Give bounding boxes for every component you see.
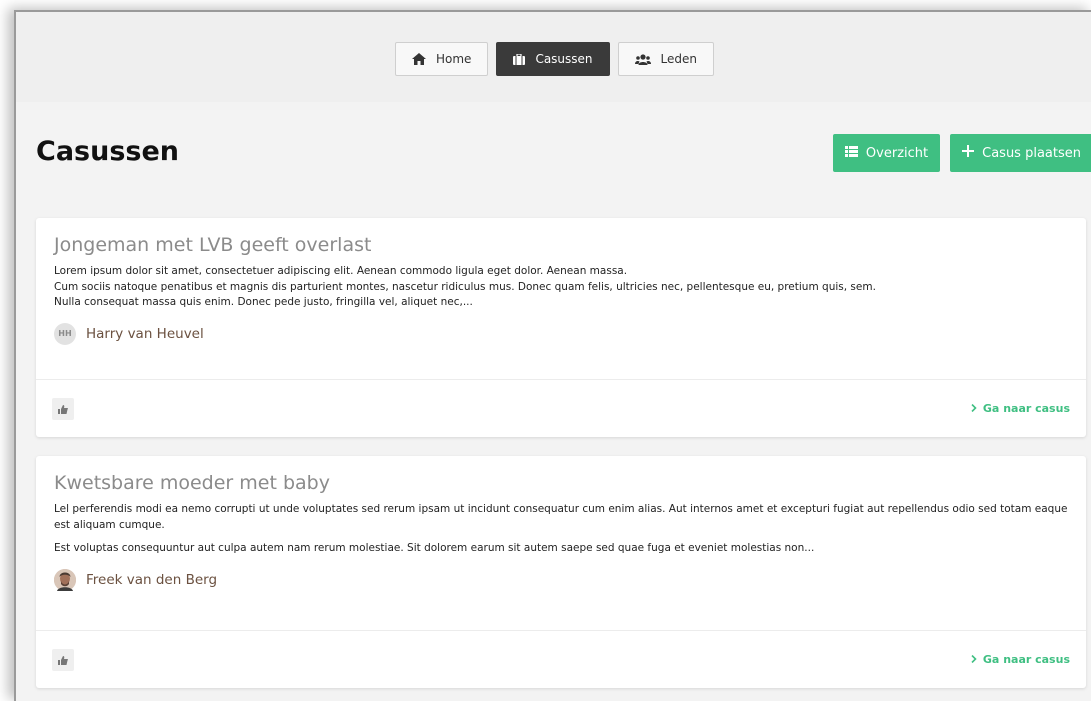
case-card-footer: Ga naar casus xyxy=(36,630,1086,688)
case-excerpt: Est voluptas consequuntur aut culpa aute… xyxy=(54,542,815,554)
go-to-case-link[interactable]: Ga naar casus xyxy=(971,402,1070,415)
case-title[interactable]: Kwetsbare moeder met baby xyxy=(54,472,1068,494)
avatar xyxy=(54,568,76,591)
case-title[interactable]: Jongeman met LVB geeft overlast xyxy=(54,234,1068,256)
case-author[interactable]: Freek van den Berg xyxy=(54,568,1068,591)
thumbs-up-icon xyxy=(58,399,68,418)
nav-home-button[interactable]: Home xyxy=(395,42,489,76)
avatar: HH xyxy=(54,322,76,345)
list-icon xyxy=(844,145,858,161)
avatar-photo xyxy=(54,568,76,591)
case-card-body: Jongeman met LVB geeft overlast Lorem ip… xyxy=(36,218,1086,345)
add-case-button[interactable]: Casus plaatsen xyxy=(950,134,1091,172)
nav-casussen-button[interactable]: Casussen xyxy=(496,42,610,76)
case-card-footer: Ga naar casus xyxy=(36,379,1086,437)
overview-button[interactable]: Overzicht xyxy=(832,134,941,172)
add-case-label: Casus plaatsen xyxy=(982,145,1081,161)
go-to-case-label: Ga naar casus xyxy=(982,402,1070,415)
overview-label: Overzicht xyxy=(865,145,929,161)
top-navigation-bar: Home Casussen Leden xyxy=(16,12,1091,102)
users-icon xyxy=(634,53,651,65)
author-name: Freek van den Berg xyxy=(86,571,218,588)
plus-icon xyxy=(962,145,975,161)
case-card-body: Kwetsbare moeder met baby Lel perferendi… xyxy=(36,456,1086,591)
case-card: Kwetsbare moeder met baby Lel perferendi… xyxy=(36,456,1086,688)
app-window: Home Casussen Leden Casussen Overzicht C… xyxy=(14,10,1091,701)
go-to-case-link[interactable]: Ga naar casus xyxy=(971,653,1070,666)
home-icon xyxy=(412,53,426,65)
page-actions: Overzicht Casus plaatsen xyxy=(832,134,1091,172)
author-name: Harry van Heuvel xyxy=(86,325,204,342)
case-excerpt: Lorem ipsum dolor sit amet, consectetuer… xyxy=(54,265,876,308)
like-button[interactable] xyxy=(52,397,74,420)
chevron-right-icon xyxy=(971,402,977,415)
main-nav: Home Casussen Leden xyxy=(16,42,1091,76)
case-author[interactable]: HH Harry van Heuvel xyxy=(54,322,1068,345)
chevron-right-icon xyxy=(971,653,977,666)
page-title: Casussen xyxy=(36,136,180,167)
case-card: Jongeman met LVB geeft overlast Lorem ip… xyxy=(36,218,1086,437)
nav-home-label: Home xyxy=(436,52,472,66)
like-button[interactable] xyxy=(52,648,74,671)
nav-casussen-label: Casussen xyxy=(535,52,593,66)
case-excerpt: Lel perferendis modi ea nemo corrupti ut… xyxy=(54,503,1068,531)
nav-leden-button[interactable]: Leden xyxy=(617,42,714,76)
nav-leden-label: Leden xyxy=(660,52,697,66)
go-to-case-label: Ga naar casus xyxy=(982,653,1070,666)
briefcase-icon xyxy=(513,53,526,65)
thumbs-up-icon xyxy=(58,650,68,669)
